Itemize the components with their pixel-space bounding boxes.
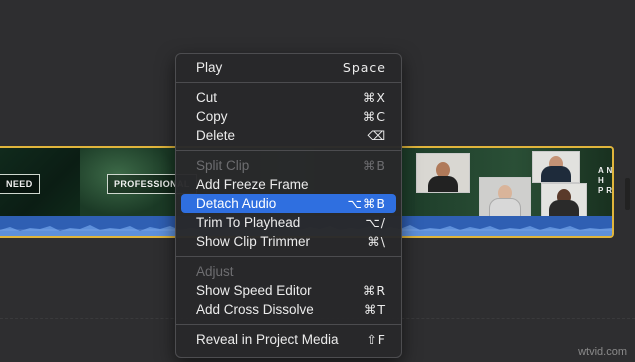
- menu-item-label: Delete: [196, 128, 236, 143]
- menu-item-shortcut: ⌘C: [362, 109, 386, 124]
- clip-context-menu: Play Space Cut ⌘X Copy ⌘C Delete ⌫ Split…: [175, 53, 402, 358]
- menu-item-cut[interactable]: Cut ⌘X: [181, 88, 396, 107]
- menu-item-shortcut: ⌘B: [362, 158, 386, 173]
- timeline-scroll-handle[interactable]: [625, 178, 630, 210]
- speaker-thumbnail: [541, 183, 587, 217]
- clip-title-text: NEED: [0, 174, 40, 194]
- menu-separator: [176, 324, 401, 325]
- menu-item-label: Add Freeze Frame: [196, 177, 309, 192]
- speaker-thumbnail: [532, 151, 580, 183]
- menu-item-label: Copy: [196, 109, 228, 124]
- menu-item-add-cross-dissolve[interactable]: Add Cross Dissolve ⌘T: [181, 300, 396, 319]
- watermark-text: wtvid.com: [578, 346, 627, 358]
- menu-item-copy[interactable]: Copy ⌘C: [181, 107, 396, 126]
- menu-item-shortcut: ⌘T: [363, 302, 386, 317]
- menu-item-shortcut: ⌥⌘B: [347, 196, 386, 211]
- menu-item-detach-audio[interactable]: Detach Audio ⌥⌘B: [181, 194, 396, 213]
- menu-item-trim-to-playhead[interactable]: Trim To Playhead ⌥/: [181, 213, 396, 232]
- menu-separator: [176, 256, 401, 257]
- clip-title-text: A N H P R: [598, 166, 613, 195]
- menu-separator: [176, 82, 401, 83]
- menu-item-label: Detach Audio: [196, 196, 277, 211]
- menu-item-shortcut: ⌘X: [362, 90, 386, 105]
- menu-item-label: Adjust: [196, 264, 234, 279]
- menu-item-adjust: Adjust: [181, 262, 396, 281]
- speaker-thumbnail: [479, 177, 531, 217]
- delete-key-icon: ⌫: [367, 128, 386, 143]
- menu-item-reveal-in-project-media[interactable]: Reveal in Project Media ⇧F: [181, 330, 396, 349]
- menu-item-play[interactable]: Play Space: [181, 58, 396, 77]
- menu-item-label: Split Clip: [196, 158, 250, 173]
- menu-item-shortcut: ⇧F: [366, 332, 386, 347]
- menu-separator: [176, 150, 401, 151]
- menu-item-shortcut: ⌥/: [365, 215, 386, 230]
- menu-item-shortcut: ⌘R: [362, 283, 386, 298]
- menu-item-label: Cut: [196, 90, 218, 105]
- menu-item-label: Show Speed Editor: [196, 283, 312, 298]
- menu-item-label: Add Cross Dissolve: [196, 302, 314, 317]
- menu-item-shortcut: Space: [342, 60, 386, 75]
- speaker-thumbnail: [416, 153, 470, 193]
- menu-item-show-speed-editor[interactable]: Show Speed Editor ⌘R: [181, 281, 396, 300]
- menu-item-label: Reveal in Project Media: [196, 332, 339, 347]
- menu-item-label: Trim To Playhead: [196, 215, 301, 230]
- menu-item-delete[interactable]: Delete ⌫: [181, 126, 396, 145]
- menu-item-split-clip: Split Clip ⌘B: [181, 156, 396, 175]
- menu-item-shortcut: ⌘\: [367, 234, 386, 249]
- menu-item-label: Show Clip Trimmer: [196, 234, 311, 249]
- menu-item-label: Play: [196, 60, 223, 75]
- menu-item-show-clip-trimmer[interactable]: Show Clip Trimmer ⌘\: [181, 232, 396, 251]
- menu-item-add-freeze-frame[interactable]: Add Freeze Frame: [181, 175, 396, 194]
